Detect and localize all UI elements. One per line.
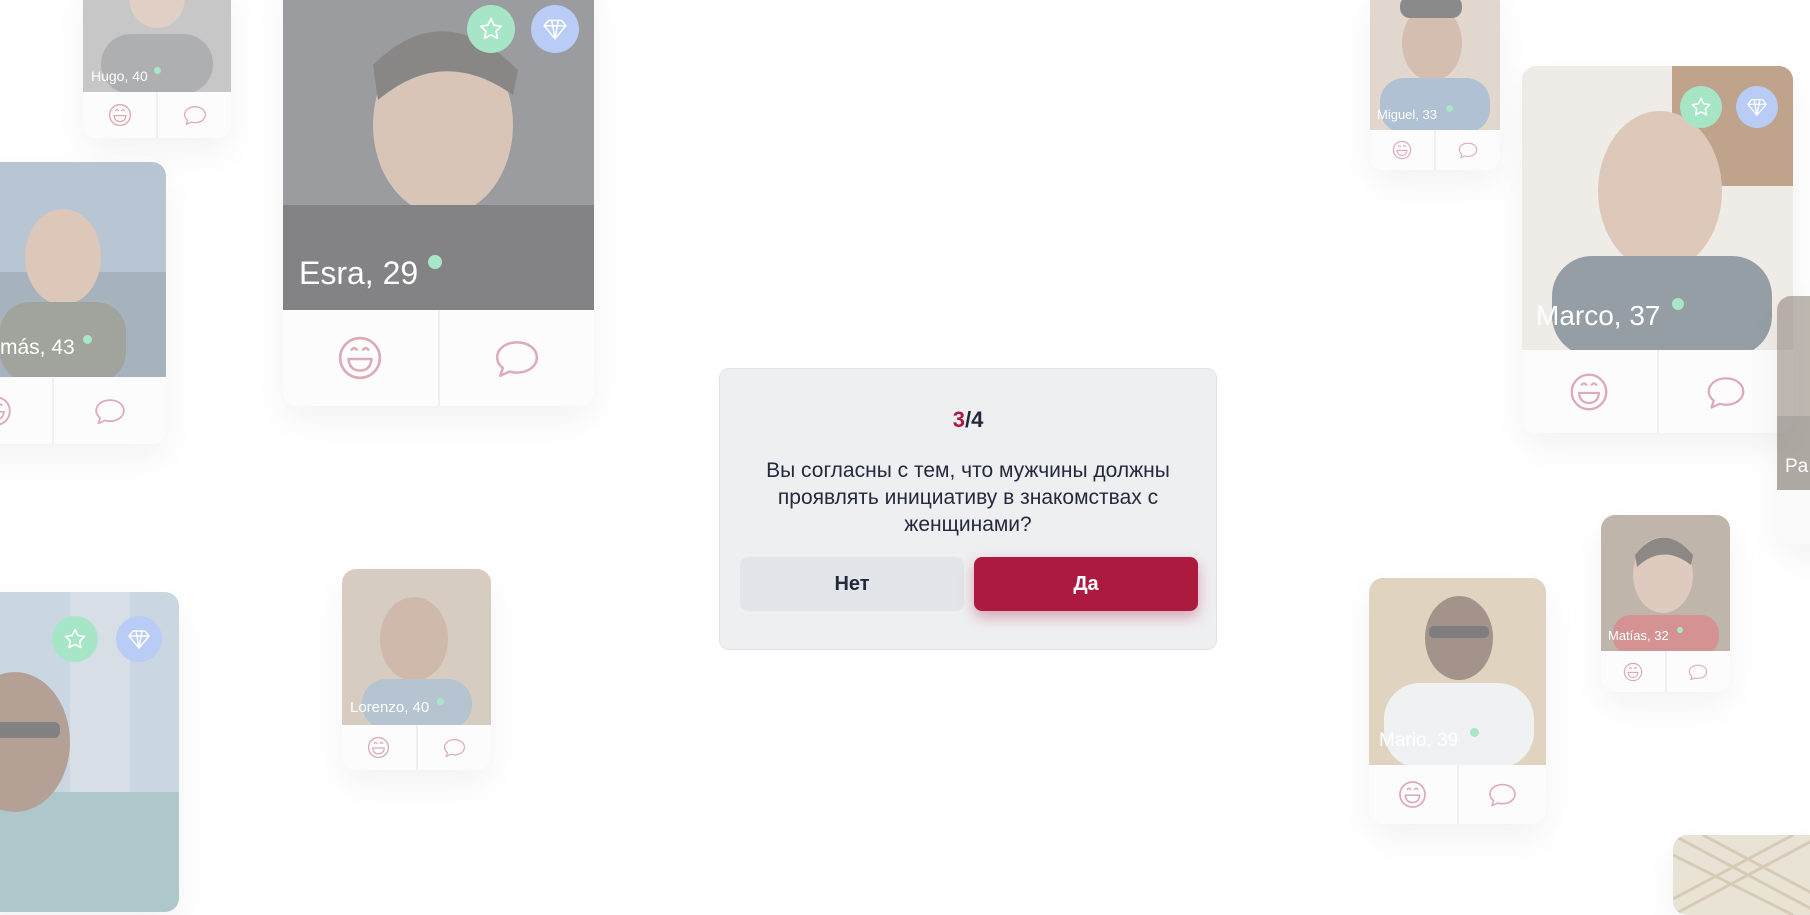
chat-bubble-icon (1458, 142, 1478, 159)
diamond-icon (1747, 99, 1767, 116)
quiz-dialog: 3/4 Вы согласны с тем, что мужчины должн… (719, 368, 1217, 650)
message-button[interactable] (1436, 130, 1500, 170)
online-status-dot (437, 698, 444, 705)
profile-card[interactable]: Esra, 29 (283, 0, 594, 406)
question-counter: 3/4 (720, 407, 1216, 433)
chat-bubble-icon (443, 739, 465, 758)
star-badge[interactable] (1680, 86, 1722, 128)
smile-icon (108, 103, 131, 127)
online-status-dot (1446, 105, 1453, 112)
message-button[interactable] (1459, 765, 1547, 824)
like-button[interactable] (0, 378, 54, 444)
profile-name: Hugo, 40 (91, 66, 161, 84)
like-button[interactable] (1601, 651, 1667, 692)
star-badge[interactable] (52, 616, 98, 662)
profile-card[interactable]: Lorenzo, 40 (342, 569, 491, 770)
message-button[interactable] (1659, 350, 1794, 433)
smile-icon (368, 736, 390, 759)
smile-icon (1570, 373, 1608, 410)
current-question-number: 3 (952, 407, 965, 432)
star-badge[interactable] (467, 5, 515, 53)
profile-card[interactable] (1673, 835, 1810, 915)
no-button[interactable]: Нет (740, 557, 964, 611)
profile-card[interactable]: Marco, 37 (1522, 66, 1793, 433)
star-icon (479, 17, 503, 40)
total-questions: 4 (971, 407, 984, 432)
message-button[interactable] (440, 310, 595, 406)
card-actions (342, 725, 491, 770)
diamond-icon (128, 630, 150, 649)
like-button[interactable] (342, 725, 418, 770)
message-button[interactable] (418, 725, 492, 770)
smile-icon (1399, 781, 1427, 808)
like-button[interactable] (1370, 130, 1436, 170)
online-status-dot (1672, 298, 1684, 310)
card-actions (0, 378, 166, 444)
profile-name: Matías, 32 (1608, 628, 1669, 643)
card-actions (1370, 130, 1500, 170)
chat-bubble-icon (183, 106, 206, 125)
profile-card[interactable]: Mario, 39 (1369, 578, 1546, 824)
diamond-badge[interactable] (531, 5, 579, 53)
card-actions (1369, 765, 1546, 824)
diamond-badge[interactable] (1736, 86, 1778, 128)
profile-name: Marco, 37 (1536, 300, 1661, 331)
message-button[interactable] (54, 378, 166, 444)
online-status-dot (428, 254, 443, 269)
diamond-icon (543, 19, 567, 40)
profile-card[interactable]: Pa (1777, 296, 1810, 544)
profile-name: Mario, 39 (1379, 730, 1459, 751)
message-button[interactable] (158, 92, 231, 138)
profile-card[interactable] (0, 592, 179, 912)
online-status-dot (83, 335, 92, 344)
smile-icon (0, 396, 11, 426)
online-status-dot (1677, 627, 1683, 633)
like-button[interactable] (283, 310, 440, 406)
diamond-badge[interactable] (116, 616, 162, 662)
online-status-dot (1470, 728, 1479, 737)
like-button[interactable] (1522, 350, 1659, 433)
chat-bubble-icon (1488, 783, 1516, 807)
smile-icon (1392, 140, 1412, 160)
message-button[interactable] (1667, 651, 1731, 692)
profile-name: Esra, 29 (299, 254, 443, 292)
yes-button[interactable]: Да (974, 557, 1198, 611)
profile-card[interactable]: más, 43 (0, 162, 166, 444)
page: { "quiz": { "current": "3", "separator":… (0, 0, 1810, 915)
star-icon (1691, 97, 1711, 116)
profile-name: más, 43 (0, 336, 75, 359)
profile-card[interactable]: Matías, 32 (1601, 515, 1730, 692)
profile-name: Miguel, 33 (1377, 107, 1437, 122)
profile-card[interactable]: Miguel, 33 (1370, 0, 1500, 170)
smile-icon (339, 336, 382, 380)
smile-icon (1623, 662, 1642, 681)
profile-photo (1673, 835, 1810, 915)
chat-bubble-icon (1707, 376, 1745, 409)
profile-card[interactable]: Hugo, 40 (83, 0, 231, 138)
card-actions (283, 310, 594, 406)
chat-bubble-icon (495, 341, 538, 378)
star-icon (64, 628, 86, 649)
like-button[interactable] (83, 92, 158, 138)
online-status-dot (153, 66, 161, 74)
card-actions (83, 92, 231, 138)
question-text: Вы согласны с тем, что мужчины должны пр… (766, 459, 1170, 536)
card-actions (1522, 350, 1793, 433)
card-actions (1601, 651, 1730, 692)
profile-name: Pa (1785, 456, 1809, 477)
like-button[interactable] (1369, 765, 1459, 824)
chat-bubble-icon (95, 399, 125, 425)
chat-bubble-icon (1689, 664, 1708, 680)
profile-name: Lorenzo, 40 (350, 699, 430, 716)
